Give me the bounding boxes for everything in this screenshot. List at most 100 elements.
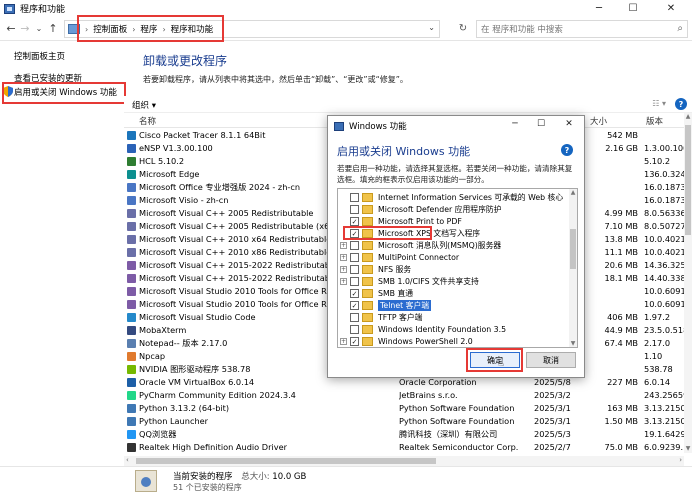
- dialog-maximize-button[interactable]: ☐: [534, 119, 548, 129]
- breadcrumb-control-panel[interactable]: 控制面板: [93, 23, 127, 35]
- folder-icon: [362, 193, 373, 202]
- control-panel-icon: [4, 3, 15, 14]
- expand-icon[interactable]: +: [340, 278, 347, 285]
- sidebar-item-control-panel-home[interactable]: 控制面板主页: [14, 50, 65, 62]
- search-input[interactable]: 在 程序和功能 中搜索 ⌕: [476, 20, 688, 38]
- feature-checkbox[interactable]: ✓: [350, 289, 359, 298]
- sidebar-item-view-updates[interactable]: 查看已安装的更新: [14, 72, 82, 84]
- program-version: 2.17.0: [644, 338, 671, 348]
- expand-icon[interactable]: +: [340, 266, 347, 273]
- feature-checkbox[interactable]: [350, 253, 359, 262]
- expand-icon[interactable]: +: [340, 242, 347, 249]
- folder-icon: [362, 313, 373, 322]
- address-bar[interactable]: › 控制面板 › 程序 › 程序和功能 ⌄: [64, 20, 440, 38]
- table-row[interactable]: QQ浏览器 腾讯科技（深圳）有限公司 2025/5/3 19.1.6429.4: [124, 429, 684, 440]
- scroll-right-arrow-icon[interactable]: ›: [679, 456, 682, 464]
- scroll-down-arrow-icon[interactable]: ▼: [684, 445, 692, 453]
- feature-checkbox[interactable]: [350, 325, 359, 334]
- feature-item[interactable]: + MultiPoint Connector: [338, 252, 570, 263]
- feature-checkbox[interactable]: [350, 193, 359, 202]
- feature-checkbox[interactable]: [350, 265, 359, 274]
- program-name: Microsoft Visual Studio 2010 Tools for O…: [139, 286, 334, 296]
- table-row[interactable]: Oracle VM VirtualBox 6.0.14 Oracle Corpor…: [124, 377, 684, 388]
- feature-checkbox[interactable]: ✓: [350, 301, 359, 310]
- program-size: 11.1 MB: [604, 247, 638, 257]
- program-size: 227 MB: [607, 377, 638, 387]
- table-row[interactable]: Python 3.13.2 (64-bit) Python Software Fo…: [124, 403, 684, 414]
- program-name: Microsoft Edge: [139, 169, 200, 179]
- feature-item[interactable]: ✓ Telnet 客户端: [338, 300, 570, 311]
- scroll-thumb[interactable]: [685, 125, 691, 235]
- feature-checkbox[interactable]: [350, 205, 359, 214]
- feature-item[interactable]: ✓ Microsoft XPS 文档写入程序: [338, 228, 570, 239]
- expand-icon[interactable]: +: [340, 254, 347, 261]
- cancel-button[interactable]: 取消: [526, 352, 576, 368]
- dialog-close-button[interactable]: ✕: [562, 119, 576, 129]
- program-version: 5.10.2: [644, 156, 671, 166]
- feature-item[interactable]: ✓ SMB 直通: [338, 288, 570, 299]
- feature-checkbox[interactable]: ✓: [350, 217, 359, 226]
- program-name: Microsoft Visual C++ 2015-2022 Redistrib…: [139, 260, 334, 270]
- scroll-left-arrow-icon[interactable]: ‹: [126, 456, 129, 464]
- list-horizontal-scrollbar[interactable]: ‹ ›: [124, 456, 684, 466]
- list-vertical-scrollbar[interactable]: ▲ ▼: [684, 113, 692, 453]
- ok-button[interactable]: 确定: [470, 352, 520, 368]
- feature-item[interactable]: TFTP 客户端: [338, 312, 570, 323]
- organize-button[interactable]: 组织 ▾: [132, 99, 156, 111]
- feature-item[interactable]: + NFS 服务: [338, 264, 570, 275]
- feature-checkbox[interactable]: [350, 277, 359, 286]
- program-icon: [127, 417, 136, 426]
- feature-checkbox[interactable]: [350, 241, 359, 250]
- sidebar-item-windows-features[interactable]: 启用或关闭 Windows 功能: [14, 86, 117, 98]
- program-size: 406 MB: [607, 312, 638, 322]
- close-button[interactable]: ✕: [654, 0, 688, 17]
- feature-item[interactable]: Internet Information Services 可承载的 Web 核…: [338, 192, 570, 203]
- feature-item[interactable]: + SMB 1.0/CIFS 文件共享支持: [338, 276, 570, 287]
- recent-locations-icon[interactable]: ⌄: [32, 21, 46, 35]
- breadcrumb-programs-features[interactable]: 程序和功能: [171, 23, 214, 35]
- tree-scroll-up-arrow-icon[interactable]: ▲: [569, 189, 577, 196]
- program-name: Microsoft Visual Studio Code: [139, 312, 256, 322]
- column-size[interactable]: 大小: [590, 115, 607, 127]
- program-size: 75.0 MB: [604, 442, 638, 452]
- program-install-date: 2025/3/1: [534, 403, 571, 413]
- feature-tree-scrollbar[interactable]: ▲ ▼: [569, 189, 577, 347]
- left-pane: 控制面板主页 查看已安装的更新 启用或关闭 Windows 功能: [0, 42, 128, 454]
- page-title: 卸载或更改程序: [143, 54, 228, 68]
- dialog-help-icon[interactable]: ?: [561, 144, 573, 156]
- address-dropdown-icon[interactable]: ⌄: [428, 23, 435, 32]
- feature-item[interactable]: ✓ Microsoft Print to PDF: [338, 216, 570, 227]
- table-row[interactable]: Realtek High Definition Audio Driver Real…: [124, 442, 684, 453]
- table-row[interactable]: Python Launcher Python Software Foundatio…: [124, 416, 684, 427]
- program-publisher: Python Software Foundation: [399, 403, 515, 413]
- program-version: 1.97.2: [644, 312, 671, 322]
- tree-scroll-down-arrow-icon[interactable]: ▼: [569, 340, 577, 347]
- back-arrow-icon[interactable]: ←: [4, 21, 18, 35]
- feature-item[interactable]: + ✓ Windows PowerShell 2.0: [338, 336, 570, 347]
- program-version: 16.0.18730: [644, 182, 684, 192]
- view-options-icon[interactable]: ☷ ▾: [652, 99, 666, 108]
- breadcrumb-programs[interactable]: 程序: [140, 23, 157, 35]
- feature-item[interactable]: Microsoft Defender 应用程序防护: [338, 204, 570, 215]
- help-icon[interactable]: ?: [675, 98, 687, 110]
- feature-checkbox[interactable]: ✓: [350, 229, 359, 238]
- column-name[interactable]: 名称: [139, 115, 156, 127]
- column-version[interactable]: 版本: [646, 115, 663, 127]
- dialog-minimize-button[interactable]: ─: [508, 119, 522, 129]
- feature-checkbox[interactable]: ✓: [350, 337, 359, 346]
- expand-icon[interactable]: +: [340, 338, 347, 345]
- minimize-button[interactable]: ─: [582, 0, 616, 17]
- feature-checkbox[interactable]: [350, 313, 359, 322]
- refresh-icon[interactable]: ↻: [455, 21, 471, 35]
- program-size: 4.99 MB: [604, 208, 638, 218]
- scroll-up-arrow-icon[interactable]: ▲: [684, 113, 692, 121]
- tree-scroll-thumb[interactable]: [570, 229, 576, 269]
- feature-item[interactable]: Windows Identity Foundation 3.5: [338, 324, 570, 335]
- up-arrow-icon[interactable]: ↑: [46, 21, 60, 35]
- hscroll-thumb[interactable]: [136, 458, 436, 464]
- table-row[interactable]: PyCharm Community Edition 2024.3.4 JetBra…: [124, 390, 684, 401]
- forward-arrow-icon[interactable]: →: [18, 21, 32, 35]
- feature-item[interactable]: + Microsoft 消息队列(MSMQ)服务器: [338, 240, 570, 251]
- maximize-button[interactable]: ☐: [616, 0, 650, 17]
- feature-label: Windows PowerShell 2.0: [378, 337, 473, 346]
